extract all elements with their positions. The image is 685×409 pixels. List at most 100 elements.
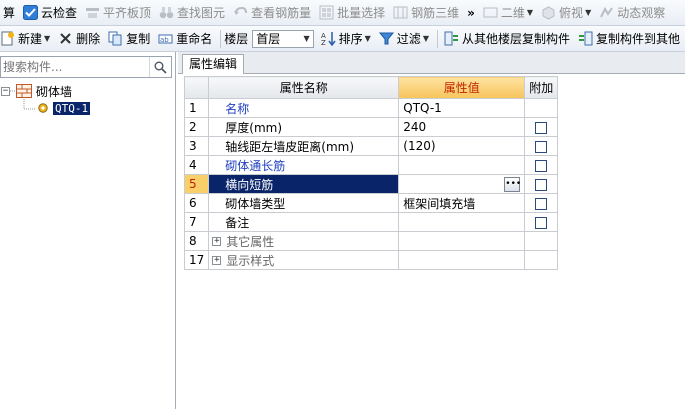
rebar-3d-icon: [393, 6, 408, 19]
table-row-group[interactable]: 8 + 其它属性: [183, 231, 559, 251]
table-row[interactable]: 1 名称 QTQ-1: [183, 98, 559, 118]
property-value[interactable]: [398, 155, 526, 175]
copy-button[interactable]: 复制: [105, 28, 153, 50]
extra-checkbox[interactable]: [535, 178, 548, 191]
gear-icon: [38, 103, 48, 113]
group-name-cell[interactable]: + 显示样式: [208, 250, 400, 270]
row-number: 5: [183, 174, 210, 194]
floor-select[interactable]: 首层 ▼: [252, 29, 314, 48]
filter-button[interactable]: 过滤 ▼: [376, 28, 432, 50]
property-editor-panel: 属性编辑 属性名称 属性值 附加 1 名称 QTQ-1 2 厚度(mm) 240…: [178, 52, 685, 409]
extra-checkbox[interactable]: [535, 121, 548, 134]
view-angle-dropdown[interactable]: 俯视 ▼: [538, 2, 594, 24]
sort-label: 排序: [338, 32, 363, 46]
component-toolbar: 新建 ▼ 删除 复制 ab 重命名 楼层 首层 ▼ A Z 排序 ▼ 过滤 ▼ …: [0, 26, 685, 52]
tab-property-edit[interactable]: 属性编辑: [182, 54, 245, 74]
chevron-down-icon: ▼: [526, 8, 534, 17]
row-number: 8: [183, 231, 210, 251]
rename-button[interactable]: ab 重命名: [155, 28, 215, 50]
property-value-header[interactable]: 属性值: [398, 76, 526, 99]
property-name[interactable]: 厚度(mm): [208, 117, 400, 137]
property-value[interactable]: QTQ-1: [398, 98, 526, 118]
property-name[interactable]: 横向短筋: [208, 174, 400, 194]
extra-checkbox[interactable]: [535, 140, 548, 153]
dynamic-view-icon: [600, 6, 614, 18]
copy-from-floor-button[interactable]: 从其他楼层复制构件: [441, 28, 573, 50]
ellipsis-button[interactable]: •••: [504, 177, 521, 192]
extra-checkbox[interactable]: [535, 197, 548, 210]
table-row[interactable]: 4 砌体通长筋: [183, 155, 559, 175]
rebar-3d-button[interactable]: 钢筋三维: [390, 2, 462, 24]
collapse-toggle-icon[interactable]: −: [1, 86, 10, 96]
property-name[interactable]: 备注: [208, 212, 400, 232]
view-angle-value: 俯视: [559, 6, 584, 20]
property-value[interactable]: 框架间填充墙: [398, 193, 526, 213]
extra-cell: [524, 212, 559, 232]
property-value[interactable]: 240: [398, 117, 526, 137]
row-number: 6: [183, 193, 210, 213]
undo-arrow-icon: [234, 6, 248, 15]
chevron-down-icon: ▼: [44, 34, 51, 43]
new-label: 新建: [18, 32, 43, 46]
dynamic-view-button[interactable]: 动态观察: [596, 2, 668, 24]
table-row[interactable]: 2 厚度(mm) 240: [183, 117, 559, 137]
table-row-group[interactable]: 17 + 显示样式: [183, 250, 559, 270]
property-name[interactable]: 砌体墙类型: [208, 193, 400, 213]
extra-cell: [524, 136, 559, 156]
binoculars-icon: [159, 7, 174, 19]
calc-button[interactable]: 算: [0, 2, 18, 24]
view-mode-dropdown[interactable]: 二维 ▼: [480, 2, 536, 24]
expand-plus-icon[interactable]: +: [212, 255, 222, 265]
extra-cell: [524, 155, 559, 175]
extra-header[interactable]: 附加: [524, 76, 559, 99]
property-value-editor[interactable]: •••: [398, 174, 526, 194]
expand-plus-icon[interactable]: +: [212, 236, 222, 246]
toolbar-overflow-button[interactable]: »: [464, 2, 478, 24]
new-document-icon: [1, 31, 14, 46]
cloud-check-icon: [23, 5, 39, 20]
property-name[interactable]: 轴线距左墙皮距离(mm): [208, 136, 400, 156]
property-value[interactable]: (120): [398, 136, 526, 156]
cube-icon: [542, 6, 555, 20]
search-button[interactable]: [149, 57, 171, 77]
extra-checkbox[interactable]: [535, 216, 548, 229]
batch-select-button[interactable]: 批量选择: [316, 2, 388, 24]
overflow-chevron-icon: »: [467, 5, 475, 20]
rename-icon: ab: [158, 34, 173, 44]
delete-button[interactable]: 删除: [55, 28, 103, 50]
property-name-header[interactable]: 属性名称: [208, 76, 400, 99]
row-number: 3: [183, 136, 210, 156]
table-row[interactable]: 3 轴线距左墙皮距离(mm) (120): [183, 136, 559, 156]
toolbar-separator: [220, 29, 222, 48]
align-slab-icon: [86, 8, 100, 18]
copy-from-floor-label: 从其他楼层复制构件: [461, 32, 570, 46]
property-name[interactable]: 砌体通长筋: [208, 155, 400, 175]
group-name-cell[interactable]: + 其它属性: [208, 231, 400, 251]
property-name[interactable]: 名称: [208, 98, 400, 118]
align-slab-button[interactable]: 平齐板顶: [82, 2, 154, 24]
extra-checkbox[interactable]: [535, 159, 548, 172]
new-button[interactable]: 新建 ▼: [0, 28, 53, 50]
table-row[interactable]: 7 备注: [183, 212, 559, 232]
table-row[interactable]: 6 砌体墙类型 框架间填充墙: [183, 193, 559, 213]
search-icon: [154, 61, 167, 74]
view-rebar-button[interactable]: 查看钢筋量: [230, 2, 314, 24]
floor-label: 楼层: [224, 32, 249, 46]
tree-node-qtq1[interactable]: QTQ-1: [37, 100, 91, 116]
property-value[interactable]: [398, 212, 526, 232]
copy-to-floor-label: 复制构件到其他: [595, 32, 680, 46]
copy-to-floor-button[interactable]: 复制构件到其他: [575, 28, 683, 50]
property-value: [398, 231, 526, 251]
tree-node-masonry-wall[interactable]: − 砌体墙: [1, 83, 72, 99]
main-toolbar: 算 云检查 平齐板顶 查找图元 查看钢筋量 批量选择 钢筋三维 » 二维 ▼ 俯…: [0, 0, 685, 26]
table-row-selected[interactable]: 5 横向短筋 •••: [183, 174, 559, 194]
copy-icon: [108, 31, 122, 46]
find-element-button[interactable]: 查找图元: [156, 2, 228, 24]
batch-select-label: 批量选择: [337, 6, 386, 20]
tree-node-label: QTQ-1: [53, 101, 91, 115]
cloud-check-button[interactable]: 云检查: [20, 2, 80, 24]
sort-button[interactable]: A Z 排序 ▼: [318, 28, 374, 50]
extra-cell: [524, 250, 559, 270]
view-mode-icon: [483, 7, 498, 18]
search-input[interactable]: [1, 58, 147, 76]
